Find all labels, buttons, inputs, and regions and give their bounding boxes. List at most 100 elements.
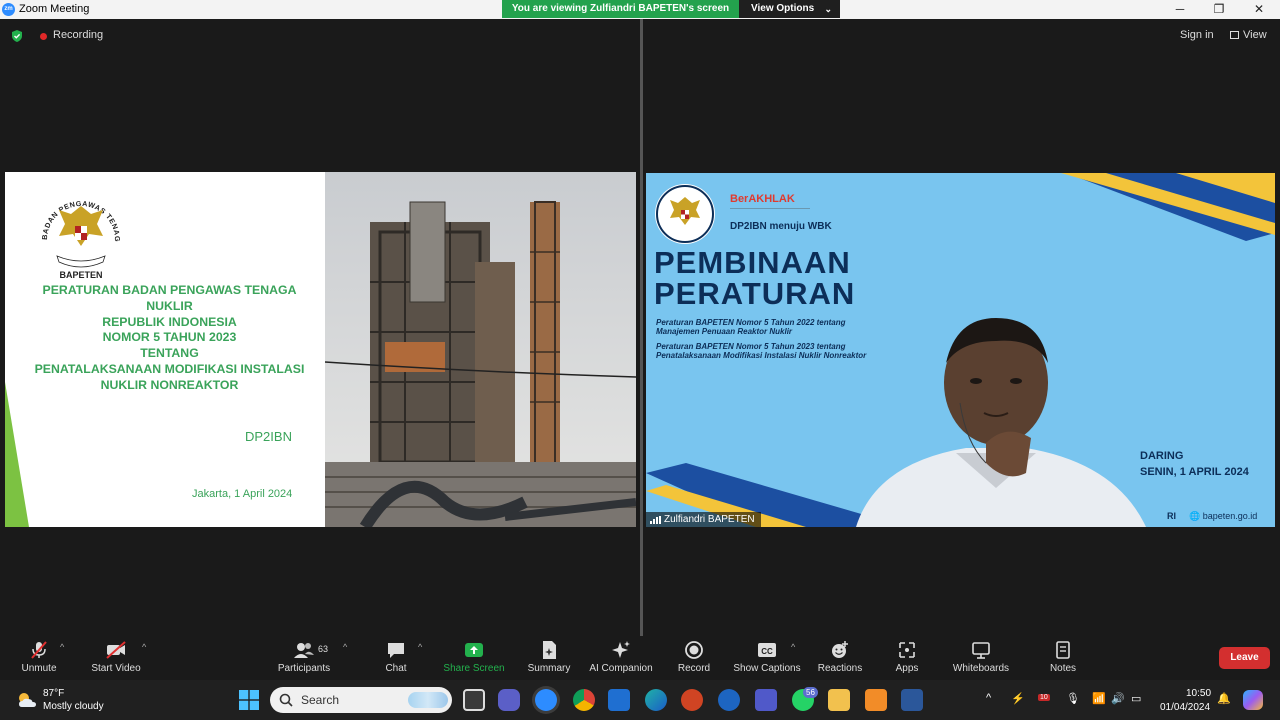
minimize-button[interactable]: ─ — [1160, 0, 1200, 19]
split-view-divider[interactable] — [640, 19, 643, 636]
slide-title-line: NUKLIR NONREAKTOR — [100, 377, 239, 392]
word-icon[interactable] — [901, 689, 923, 711]
clock-time[interactable]: 10:50 — [1186, 688, 1211, 699]
start-video-button[interactable]: Start Video — [86, 640, 146, 680]
whiteboard-icon — [972, 642, 990, 659]
share-screen-button[interactable]: Share Screen — [442, 640, 506, 680]
wbk-label: DP2IBN menuju WBK — [730, 221, 832, 232]
screen-share-banner: You are viewing Zulfiandri BAPETEN's scr… — [502, 0, 840, 18]
video-heading: PEMBINAAN PERATURAN — [654, 247, 855, 309]
participant-video-tile[interactable]: BerAKHLAK DP2IBN menuju WBK PEMBINAAN PE… — [646, 173, 1275, 527]
reactions-button[interactable]: Reactions — [814, 640, 866, 680]
event-mode: DARING — [1140, 450, 1184, 462]
recording-indicator[interactable]: Recording — [53, 29, 103, 41]
webex-icon[interactable] — [718, 689, 740, 711]
gallery-app-icon[interactable] — [865, 689, 887, 711]
windows-start-icon[interactable] — [239, 690, 259, 710]
weather-cloudy-icon[interactable] — [16, 690, 38, 710]
participant-name-tag: Zulfiandri BAPETEN — [646, 512, 761, 527]
unmute-label: Unmute — [21, 663, 57, 674]
battery-icon[interactable]: ▭ — [1131, 692, 1141, 705]
wifi-icon[interactable]: 📶 — [1092, 692, 1106, 705]
microphone-tray-icon[interactable]: 🎙 — [1066, 692, 1080, 705]
recording-dot-icon — [40, 33, 47, 40]
maximize-button[interactable]: ❐ — [1199, 0, 1239, 19]
reactions-label: Reactions — [817, 663, 863, 674]
event-info: DARING SENIN, 1 APRIL 2024 — [1140, 448, 1249, 480]
leave-button[interactable]: Leave — [1219, 647, 1270, 669]
notification-bell-icon[interactable]: 🔔 — [1217, 692, 1231, 705]
participants-options-caret[interactable]: ^ — [343, 640, 353, 680]
website-label: 🌐 bapeten.go.id — [1189, 511, 1257, 522]
clock-date[interactable]: 01/04/2024 — [1160, 702, 1210, 713]
edge-icon[interactable] — [645, 689, 667, 711]
chat-button[interactable]: Chat — [376, 640, 416, 680]
share-screen-label: Share Screen — [443, 663, 505, 674]
reactions-smiley-icon — [832, 641, 848, 658]
video-camera-off-icon — [106, 641, 126, 659]
ri-label: RI — [1167, 511, 1176, 521]
summary-button[interactable]: Summary — [524, 640, 574, 680]
view-options-label: View Options — [751, 3, 815, 14]
teams-icon[interactable] — [755, 689, 777, 711]
show-hidden-icons[interactable]: ^ — [986, 692, 991, 704]
calendar-badge-icon[interactable]: 10 — [1038, 694, 1050, 701]
ai-companion-label: AI Companion — [589, 663, 653, 674]
slide-title-line: NOMOR 5 TAHUN 2023 — [102, 330, 237, 345]
ai-sparkle-icon — [612, 641, 630, 658]
weather-temperature[interactable]: 87°F — [43, 688, 64, 699]
notes-label: Notes — [1049, 663, 1077, 674]
sign-in-button[interactable]: Sign in — [1180, 29, 1214, 41]
encryption-shield-icon[interactable] — [10, 29, 24, 43]
zoom-app-icon[interactable] — [535, 689, 557, 711]
whiteboards-label: Whiteboards — [952, 663, 1010, 674]
view-label: View — [1243, 29, 1267, 41]
chat-icon — [388, 643, 404, 658]
microsoft-store-icon[interactable] — [608, 689, 630, 711]
whiteboards-button[interactable]: Whiteboards — [948, 640, 1014, 680]
ai-companion-button[interactable]: AI Companion — [586, 640, 656, 680]
volume-icon[interactable]: 🔊 — [1111, 692, 1125, 705]
notes-button[interactable]: Notes — [1043, 640, 1083, 680]
shared-screen-slide: BADAN PENGAWAS TENAGA NUKLIR BAPETEN PER… — [5, 172, 636, 527]
file-explorer-icon[interactable] — [828, 689, 850, 711]
meeting-toolbar: Unmute ^ Start Video ^ Participants 63 ^… — [0, 636, 1280, 680]
participants-button[interactable]: Participants 63 — [274, 640, 334, 680]
view-layout-icon — [1230, 31, 1239, 39]
slide-title: PERATURAN BADAN PENGAWAS TENAGA NUKLIR R… — [27, 283, 312, 394]
record-icon — [685, 641, 703, 659]
captions-options-caret[interactable]: ^ — [791, 640, 801, 680]
participant-person-image — [856, 318, 1146, 527]
search-placeholder: Search — [301, 693, 340, 707]
record-button[interactable]: Record — [674, 640, 714, 680]
task-view-icon[interactable] — [463, 689, 485, 711]
taskbar-search-box[interactable]: Search — [270, 687, 452, 713]
close-button[interactable]: ✕ — [1239, 0, 1279, 19]
apps-button[interactable]: Apps — [890, 640, 924, 680]
windows-taskbar — [0, 680, 1280, 720]
event-date: SENIN, 1 APRIL 2024 — [1140, 466, 1249, 478]
chrome-icon[interactable] — [573, 689, 595, 711]
weather-description[interactable]: Mostly cloudy — [43, 701, 104, 712]
copilot-icon[interactable] — [1243, 690, 1263, 710]
bapeten-emblem-icon: BADAN PENGAWAS TENAGA NUKLIR BAPETEN — [33, 184, 121, 280]
view-button[interactable]: View — [1230, 29, 1267, 41]
copilot-chat-icon[interactable] — [498, 689, 520, 711]
network-off-icon[interactable]: ⚡ — [1011, 692, 1025, 705]
slide-title-line: REPUBLIK INDONESIA — [102, 314, 237, 329]
video-options-caret[interactable]: ^ — [142, 640, 152, 680]
audio-options-caret[interactable]: ^ — [60, 640, 70, 680]
apps-grid-icon — [899, 642, 915, 658]
slide-division: DP2IBN — [245, 429, 292, 444]
svg-text:CC: CC — [761, 647, 773, 656]
chat-options-caret[interactable]: ^ — [418, 640, 428, 680]
window-titlebar: zm Zoom Meeting You are viewing Zulfiand… — [0, 0, 1280, 19]
search-highlight-icon — [408, 692, 448, 708]
apps-label: Apps — [895, 663, 919, 674]
powerpoint-icon[interactable] — [681, 689, 703, 711]
unmute-button[interactable]: Unmute — [16, 640, 62, 680]
chevron-down-icon: ⌄ — [824, 4, 832, 14]
share-banner-text: You are viewing Zulfiandri BAPETEN's scr… — [502, 0, 739, 18]
slide-title-line: TENTANG — [140, 346, 199, 361]
view-options-button[interactable]: View Options ⌄ — [739, 0, 840, 18]
